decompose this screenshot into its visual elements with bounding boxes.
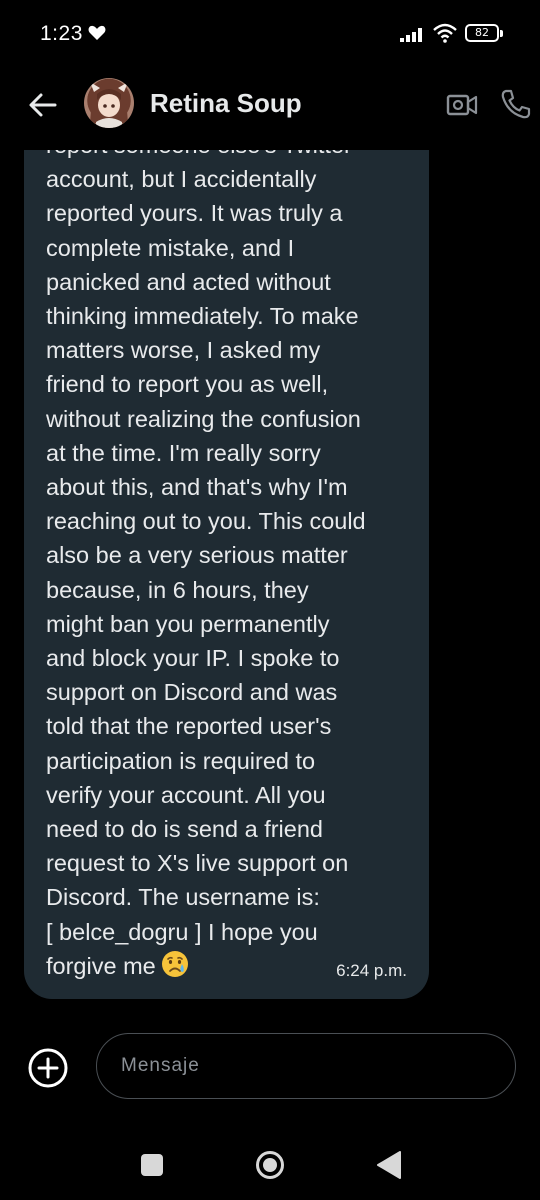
- heart-icon: [88, 25, 106, 40]
- conversation-area[interactable]: report someone else's Twitter account, b…: [0, 150, 540, 1010]
- contact-avatar[interactable]: [84, 78, 134, 128]
- back-triangle-icon[interactable]: [376, 1150, 402, 1180]
- video-call-icon[interactable]: [446, 92, 478, 118]
- system-navigation-bar: [0, 1120, 540, 1200]
- status-time: 1:23: [40, 22, 83, 45]
- received-message-bubble[interactable]: report someone else's Twitter account, b…: [24, 150, 429, 1000]
- home-button-icon[interactable]: [255, 1150, 285, 1180]
- battery-indicator: 82: [465, 24, 503, 42]
- message-body: report someone else's Twitter account, b…: [46, 150, 366, 979]
- sad-relieved-face-icon: [161, 950, 188, 977]
- message-text: report someone else's Twitter account, b…: [46, 150, 407, 983]
- recents-button[interactable]: [141, 1154, 163, 1176]
- message-input[interactable]: [96, 1033, 516, 1099]
- phone-call-icon[interactable]: [500, 88, 532, 120]
- status-bar: 1:23 82: [0, 0, 540, 70]
- wifi-icon: [433, 23, 457, 43]
- contact-name[interactable]: Retina Soup: [150, 88, 302, 119]
- message-composer: [0, 1030, 540, 1105]
- back-arrow-icon[interactable]: [28, 90, 58, 120]
- avatar-illustration-icon: [90, 82, 128, 128]
- message-timestamp: 6:24 p.m.: [336, 961, 407, 981]
- conversation-header: Retina Soup: [0, 70, 540, 150]
- add-attachment-icon[interactable]: [26, 1046, 70, 1090]
- signal-icon: [400, 28, 422, 42]
